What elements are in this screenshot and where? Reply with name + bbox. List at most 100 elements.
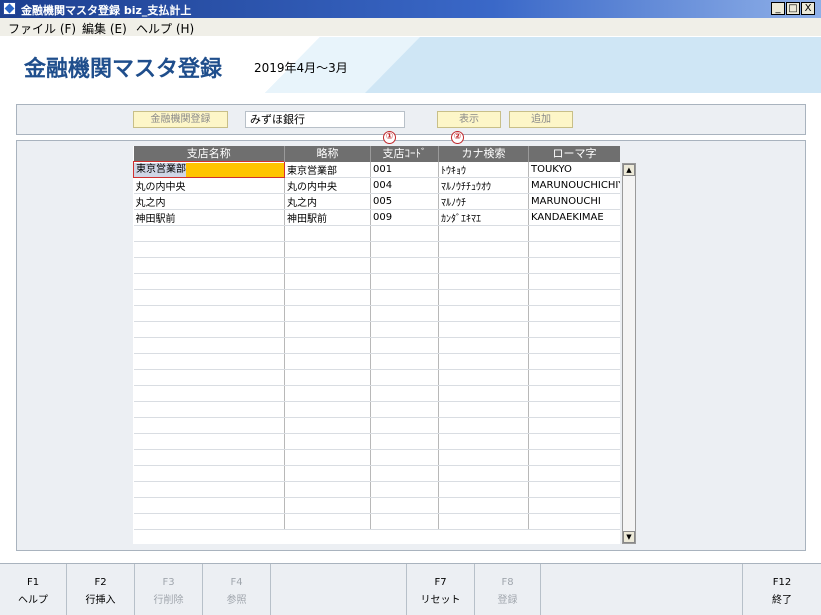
grid-cell[interactable] bbox=[370, 241, 439, 258]
grid-cell[interactable] bbox=[438, 273, 529, 290]
grid-cell[interactable] bbox=[438, 497, 529, 514]
grid-cell[interactable] bbox=[133, 273, 285, 290]
table-row-empty[interactable] bbox=[133, 289, 620, 306]
grid-cell[interactable]: TOUKYO bbox=[528, 161, 620, 178]
grid-cell[interactable] bbox=[438, 257, 529, 274]
grid-cell[interactable] bbox=[133, 513, 285, 530]
grid-cell[interactable] bbox=[528, 385, 620, 402]
register-bank-button[interactable]: 金融機関登録 bbox=[133, 111, 228, 128]
grid-cell[interactable]: 004 bbox=[370, 177, 439, 194]
grid-cell[interactable] bbox=[133, 449, 285, 466]
column-header-branch-code[interactable]: 支店ｺｰﾄﾞ bbox=[370, 146, 439, 162]
grid-cell[interactable] bbox=[284, 273, 371, 290]
grid-cell[interactable] bbox=[438, 465, 529, 482]
grid-cell[interactable] bbox=[528, 321, 620, 338]
grid-cell[interactable]: KANDAEKIMAE bbox=[528, 209, 620, 226]
grid-cell[interactable]: ｶﾝﾀﾞｴｷﾏｴ bbox=[438, 209, 529, 226]
grid-cell[interactable] bbox=[370, 225, 439, 242]
grid-cell[interactable] bbox=[528, 433, 620, 450]
grid-cell[interactable] bbox=[370, 273, 439, 290]
table-row-empty[interactable] bbox=[133, 273, 620, 290]
grid-cell[interactable] bbox=[133, 305, 285, 322]
grid-cell[interactable] bbox=[133, 369, 285, 386]
grid-cell[interactable] bbox=[133, 353, 285, 370]
table-row[interactable]: 丸之内 丸之内 005 ﾏﾙﾉｳﾁ MARUNOUCHI bbox=[133, 193, 620, 210]
grid-cell[interactable] bbox=[370, 401, 439, 418]
grid-cell-selected[interactable]: 東京営業部 bbox=[133, 161, 285, 178]
table-row-empty[interactable] bbox=[133, 433, 620, 450]
grid-cell[interactable]: 神田駅前 bbox=[133, 209, 285, 226]
menu-edit[interactable]: 編集 (E) bbox=[82, 20, 127, 37]
grid-cell[interactable] bbox=[370, 449, 439, 466]
grid-cell[interactable]: ﾏﾙﾉｳﾁﾁｭｳｵｳ bbox=[438, 177, 529, 194]
grid-cell[interactable] bbox=[528, 481, 620, 498]
grid-cell[interactable] bbox=[133, 257, 285, 274]
grid-cell[interactable] bbox=[370, 321, 439, 338]
table-row-empty[interactable] bbox=[133, 369, 620, 386]
grid-cell[interactable] bbox=[133, 241, 285, 258]
grid-cell[interactable] bbox=[370, 417, 439, 434]
grid-cell[interactable] bbox=[284, 401, 371, 418]
grid-cell[interactable]: ﾏﾙﾉｳﾁ bbox=[438, 193, 529, 210]
grid-cell[interactable]: 丸之内 bbox=[133, 193, 285, 210]
grid-cell[interactable] bbox=[370, 305, 439, 322]
grid-cell[interactable] bbox=[133, 401, 285, 418]
grid-cell[interactable] bbox=[370, 513, 439, 530]
column-header-branch-name[interactable]: 支店名称 bbox=[133, 146, 285, 162]
table-row-empty[interactable] bbox=[133, 225, 620, 242]
column-header-kana-search[interactable]: カナ検索 bbox=[438, 146, 529, 162]
grid-cell[interactable]: 神田駅前 bbox=[284, 209, 371, 226]
f2-insert-row-button[interactable]: F2 行挿入 bbox=[67, 564, 135, 615]
grid-cell[interactable] bbox=[528, 417, 620, 434]
grid-cell[interactable] bbox=[438, 337, 529, 354]
grid-cell[interactable] bbox=[133, 481, 285, 498]
grid-cell[interactable] bbox=[528, 257, 620, 274]
grid-cell[interactable] bbox=[284, 305, 371, 322]
grid-cell[interactable] bbox=[133, 289, 285, 306]
grid-cell[interactable] bbox=[284, 369, 371, 386]
grid-cell[interactable]: 丸之内 bbox=[284, 193, 371, 210]
bank-name-field[interactable]: みずほ銀行 bbox=[245, 111, 405, 128]
grid-cell[interactable] bbox=[284, 513, 371, 530]
f3-delete-row-button[interactable]: F3 行削除 bbox=[135, 564, 203, 615]
grid-cell[interactable] bbox=[528, 353, 620, 370]
table-row-empty[interactable] bbox=[133, 385, 620, 402]
grid-cell[interactable] bbox=[438, 417, 529, 434]
table-row-empty[interactable] bbox=[133, 497, 620, 514]
grid-cell[interactable] bbox=[528, 305, 620, 322]
f8-register-button[interactable]: F8 登録 bbox=[475, 564, 541, 615]
grid-cell[interactable] bbox=[528, 369, 620, 386]
grid-cell[interactable] bbox=[284, 353, 371, 370]
grid-cell[interactable] bbox=[528, 449, 620, 466]
table-row-empty[interactable] bbox=[133, 353, 620, 370]
grid-cell[interactable] bbox=[438, 513, 529, 530]
grid-cell[interactable] bbox=[528, 465, 620, 482]
grid-cell[interactable] bbox=[284, 465, 371, 482]
grid-cell[interactable] bbox=[284, 257, 371, 274]
grid-cell[interactable] bbox=[284, 241, 371, 258]
grid-cell[interactable] bbox=[370, 497, 439, 514]
table-row-empty[interactable] bbox=[133, 481, 620, 498]
grid-cell[interactable] bbox=[284, 225, 371, 242]
grid-cell[interactable] bbox=[133, 433, 285, 450]
f1-help-button[interactable]: F1 ヘルプ bbox=[0, 564, 67, 615]
grid-cell[interactable] bbox=[133, 225, 285, 242]
table-row[interactable]: 丸の内中央 丸の内中央 004 ﾏﾙﾉｳﾁﾁｭｳｵｳ MARUNOUCHICHI… bbox=[133, 177, 620, 194]
table-row-empty[interactable] bbox=[133, 513, 620, 530]
grid-cell[interactable] bbox=[528, 289, 620, 306]
grid-cell[interactable] bbox=[438, 481, 529, 498]
table-row-empty[interactable] bbox=[133, 449, 620, 466]
grid-cell[interactable]: 丸の内中央 bbox=[133, 177, 285, 194]
table-row[interactable]: 神田駅前 神田駅前 009 ｶﾝﾀﾞｴｷﾏｴ KANDAEKIMAE bbox=[133, 209, 620, 226]
minimize-button[interactable]: _ bbox=[771, 2, 785, 15]
grid-cell[interactable] bbox=[284, 321, 371, 338]
table-row-empty[interactable] bbox=[133, 321, 620, 338]
table-row[interactable]: 東京営業部 東京営業部 001 ﾄｳｷｮｳ TOUKYO bbox=[133, 161, 620, 178]
grid-cell[interactable] bbox=[528, 337, 620, 354]
maximize-button[interactable]: □ bbox=[786, 2, 800, 15]
display-button[interactable]: 表示 bbox=[437, 111, 501, 128]
grid-cell[interactable] bbox=[438, 449, 529, 466]
table-row-empty[interactable] bbox=[133, 465, 620, 482]
grid-cell[interactable] bbox=[133, 497, 285, 514]
f4-reference-button[interactable]: F4 参照 bbox=[203, 564, 271, 615]
